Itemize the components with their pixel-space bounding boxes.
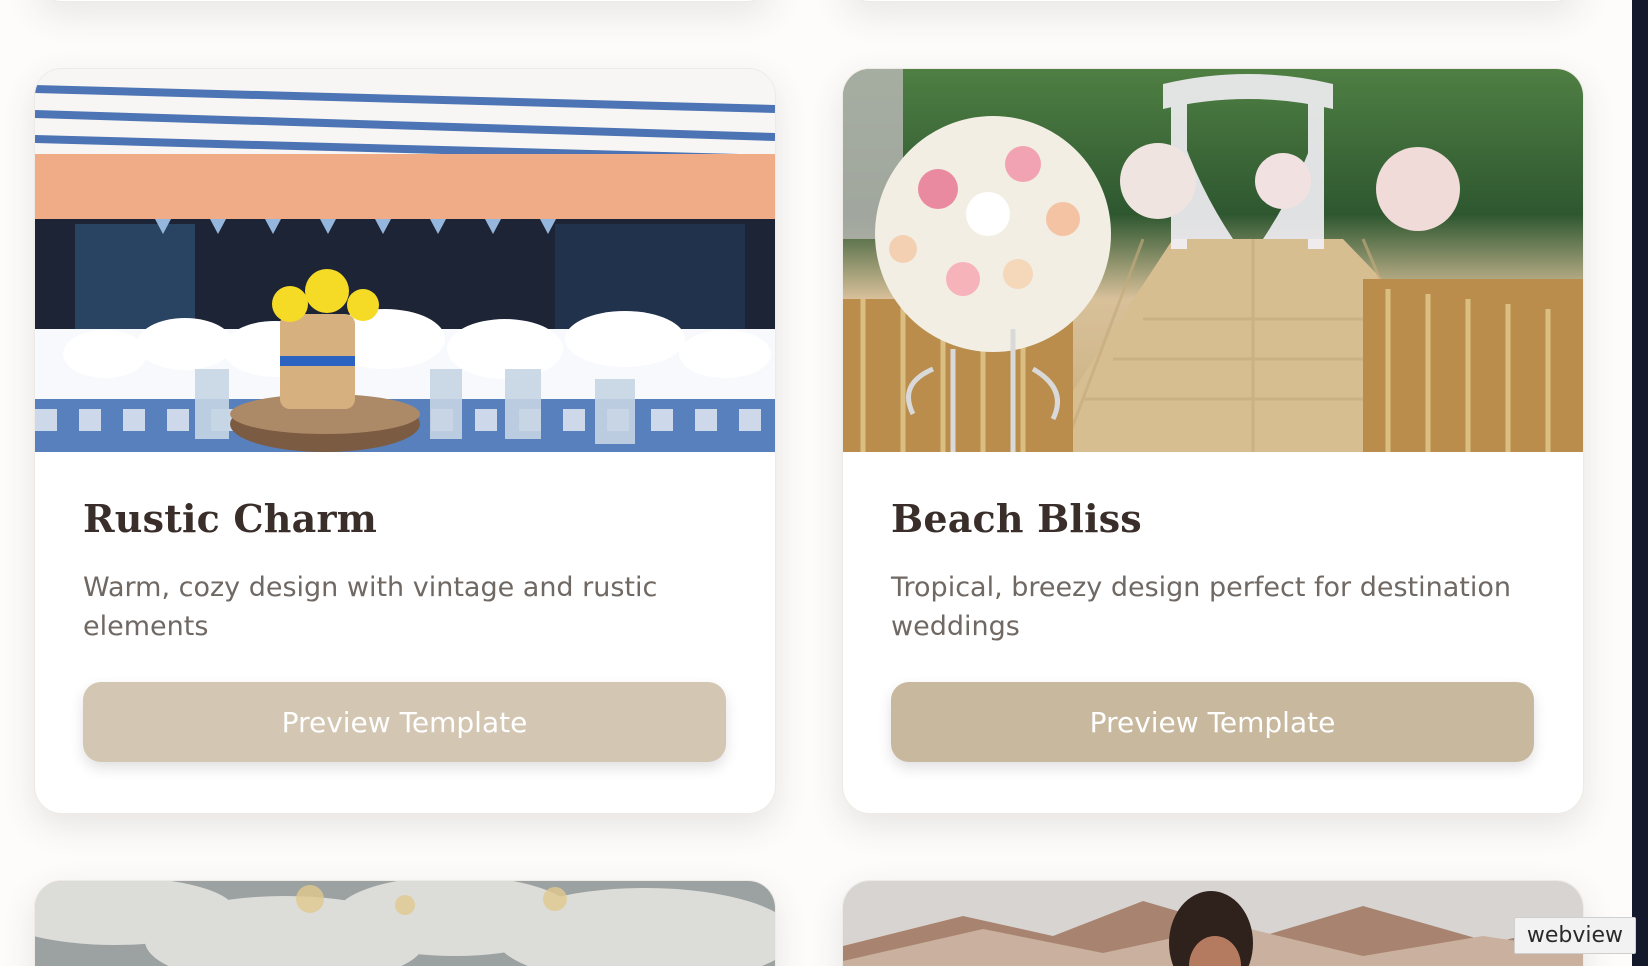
- template-card-partial-bottom-left: [34, 880, 776, 966]
- template-card-partial-bottom-right: [842, 880, 1584, 966]
- mountain-portrait-photo: [843, 881, 1583, 966]
- template-card-beach-bliss: Beach Bliss Tropical, breezy design perf…: [842, 68, 1584, 814]
- wedding-aisle-photo: [843, 69, 1583, 452]
- template-title: Beach Bliss: [891, 496, 1142, 541]
- template-card-rustic-charm: Rustic Charm Warm, cozy design with vint…: [34, 68, 776, 814]
- rustic-charm-image: [35, 69, 775, 452]
- template-description: Tropical, breezy design perfect for dest…: [891, 571, 1511, 642]
- winter-floral-photo: [35, 881, 775, 966]
- template-card-partial-top-left: [34, 0, 774, 2]
- webview-badge: webview: [1513, 916, 1636, 954]
- template-title: Rustic Charm: [83, 496, 378, 541]
- template-gallery-viewport: Rustic Charm Warm, cozy design with vint…: [0, 0, 1648, 966]
- rustic-reception-photo: [35, 69, 775, 452]
- template-description: Warm, cozy design with vintage and rusti…: [83, 571, 658, 642]
- preview-template-button[interactable]: Preview Template: [83, 682, 726, 763]
- partial-bottom-left-image: [35, 881, 775, 966]
- beach-bliss-image: [843, 69, 1583, 452]
- window-edge: [1632, 0, 1648, 966]
- rustic-charm-content: Rustic Charm Warm, cozy design with vint…: [35, 452, 775, 763]
- beach-bliss-content: Beach Bliss Tropical, breezy design perf…: [843, 452, 1583, 763]
- partial-bottom-right-image: [843, 881, 1583, 966]
- preview-template-button[interactable]: Preview Template: [891, 682, 1534, 763]
- template-card-partial-top-right: [842, 0, 1582, 2]
